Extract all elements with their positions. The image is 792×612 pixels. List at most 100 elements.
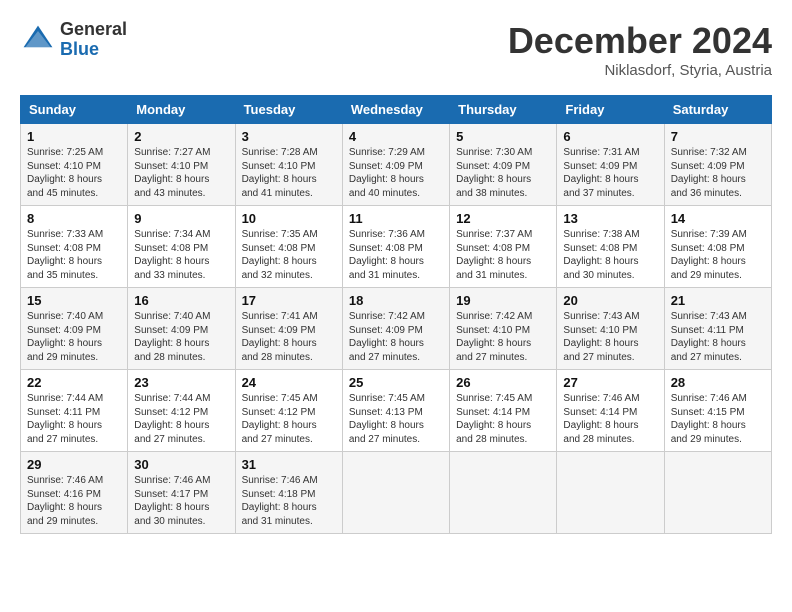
day-number: 23 [134, 375, 228, 390]
weekday-header-tuesday: Tuesday [235, 96, 342, 124]
calendar-cell: 1 Sunrise: 7:25 AM Sunset: 4:10 PM Daylig… [21, 124, 128, 206]
calendar-cell: 20 Sunrise: 7:43 AM Sunset: 4:10 PM Dayli… [557, 288, 664, 370]
month-title: December 2024 [508, 20, 772, 62]
day-number: 9 [134, 211, 228, 226]
title-block: December 2024 Niklasdorf, Styria, Austri… [508, 20, 772, 79]
calendar-cell: 2 Sunrise: 7:27 AM Sunset: 4:10 PM Daylig… [128, 124, 235, 206]
cell-details: Sunrise: 7:29 AM Sunset: 4:09 PM Dayligh… [349, 146, 443, 200]
day-number: 3 [242, 129, 336, 144]
day-number: 4 [349, 129, 443, 144]
cell-details: Sunrise: 7:42 AM Sunset: 4:10 PM Dayligh… [456, 310, 550, 364]
calendar-cell: 12 Sunrise: 7:37 AM Sunset: 4:08 PM Dayli… [450, 206, 557, 288]
cell-details: Sunrise: 7:30 AM Sunset: 4:09 PM Dayligh… [456, 146, 550, 200]
calendar-cell: 14 Sunrise: 7:39 AM Sunset: 4:08 PM Dayli… [664, 206, 771, 288]
calendar-cell: 6 Sunrise: 7:31 AM Sunset: 4:09 PM Daylig… [557, 124, 664, 206]
calendar-table: SundayMondayTuesdayWednesdayThursdayFrid… [20, 95, 772, 534]
cell-details: Sunrise: 7:40 AM Sunset: 4:09 PM Dayligh… [27, 310, 121, 364]
logo-blue: Blue [60, 39, 99, 59]
calendar-cell: 31 Sunrise: 7:46 AM Sunset: 4:18 PM Dayli… [235, 452, 342, 534]
calendar-cell [450, 452, 557, 534]
day-number: 19 [456, 293, 550, 308]
cell-details: Sunrise: 7:44 AM Sunset: 4:12 PM Dayligh… [134, 392, 228, 446]
day-number: 8 [27, 211, 121, 226]
cell-details: Sunrise: 7:43 AM Sunset: 4:11 PM Dayligh… [671, 310, 765, 364]
day-number: 27 [563, 375, 657, 390]
cell-details: Sunrise: 7:34 AM Sunset: 4:08 PM Dayligh… [134, 228, 228, 282]
week-row-5: 29 Sunrise: 7:46 AM Sunset: 4:16 PM Dayli… [21, 452, 772, 534]
calendar-cell: 17 Sunrise: 7:41 AM Sunset: 4:09 PM Dayli… [235, 288, 342, 370]
weekday-header-wednesday: Wednesday [342, 96, 449, 124]
calendar-cell: 23 Sunrise: 7:44 AM Sunset: 4:12 PM Dayli… [128, 370, 235, 452]
cell-details: Sunrise: 7:46 AM Sunset: 4:15 PM Dayligh… [671, 392, 765, 446]
cell-details: Sunrise: 7:46 AM Sunset: 4:17 PM Dayligh… [134, 474, 228, 528]
day-number: 31 [242, 457, 336, 472]
day-number: 22 [27, 375, 121, 390]
day-number: 25 [349, 375, 443, 390]
day-number: 5 [456, 129, 550, 144]
week-row-1: 1 Sunrise: 7:25 AM Sunset: 4:10 PM Daylig… [21, 124, 772, 206]
cell-details: Sunrise: 7:31 AM Sunset: 4:09 PM Dayligh… [563, 146, 657, 200]
page-header: General Blue December 2024 Niklasdorf, S… [20, 20, 772, 79]
calendar-cell: 15Sunrise: 7:40 AM Sunset: 4:09 PM Dayli… [21, 288, 128, 370]
calendar-cell: 24 Sunrise: 7:45 AM Sunset: 4:12 PM Dayli… [235, 370, 342, 452]
calendar-cell: 29 Sunrise: 7:46 AM Sunset: 4:16 PM Dayli… [21, 452, 128, 534]
cell-details: Sunrise: 7:42 AM Sunset: 4:09 PM Dayligh… [349, 310, 443, 364]
logo-general: General [60, 19, 127, 39]
logo-text: General Blue [60, 20, 127, 60]
day-number: 10 [242, 211, 336, 226]
day-number: 29 [27, 457, 121, 472]
weekday-header-saturday: Saturday [664, 96, 771, 124]
calendar-cell: 9 Sunrise: 7:34 AM Sunset: 4:08 PM Daylig… [128, 206, 235, 288]
calendar-cell: 11 Sunrise: 7:36 AM Sunset: 4:08 PM Dayli… [342, 206, 449, 288]
day-number: 24 [242, 375, 336, 390]
cell-details: Sunrise: 7:43 AM Sunset: 4:10 PM Dayligh… [563, 310, 657, 364]
calendar-cell [664, 452, 771, 534]
week-row-2: 8 Sunrise: 7:33 AM Sunset: 4:08 PM Daylig… [21, 206, 772, 288]
weekday-header-row: SundayMondayTuesdayWednesdayThursdayFrid… [21, 96, 772, 124]
cell-details: Sunrise: 7:39 AM Sunset: 4:08 PM Dayligh… [671, 228, 765, 282]
calendar-cell: 4 Sunrise: 7:29 AM Sunset: 4:09 PM Daylig… [342, 124, 449, 206]
cell-details: Sunrise: 7:44 AM Sunset: 4:11 PM Dayligh… [27, 392, 121, 446]
day-number: 11 [349, 211, 443, 226]
day-number: 20 [563, 293, 657, 308]
cell-details: Sunrise: 7:45 AM Sunset: 4:12 PM Dayligh… [242, 392, 336, 446]
week-row-3: 15Sunrise: 7:40 AM Sunset: 4:09 PM Dayli… [21, 288, 772, 370]
cell-details: Sunrise: 7:32 AM Sunset: 4:09 PM Dayligh… [671, 146, 765, 200]
cell-details: Sunrise: 7:40 AM Sunset: 4:09 PM Dayligh… [134, 310, 228, 364]
cell-details: Sunrise: 7:46 AM Sunset: 4:18 PM Dayligh… [242, 474, 336, 528]
calendar-cell: 22 Sunrise: 7:44 AM Sunset: 4:11 PM Dayli… [21, 370, 128, 452]
calendar-cell: 16 Sunrise: 7:40 AM Sunset: 4:09 PM Dayli… [128, 288, 235, 370]
calendar-cell [557, 452, 664, 534]
day-number: 30 [134, 457, 228, 472]
calendar-cell: 5 Sunrise: 7:30 AM Sunset: 4:09 PM Daylig… [450, 124, 557, 206]
calendar-cell: 10Sunrise: 7:35 AM Sunset: 4:08 PM Dayli… [235, 206, 342, 288]
calendar-cell: 30 Sunrise: 7:46 AM Sunset: 4:17 PM Dayli… [128, 452, 235, 534]
day-number: 16 [134, 293, 228, 308]
location: Niklasdorf, Styria, Austria [508, 62, 772, 79]
cell-details: Sunrise: 7:46 AM Sunset: 4:14 PM Dayligh… [563, 392, 657, 446]
logo-icon [20, 22, 56, 58]
cell-details: Sunrise: 7:33 AM Sunset: 4:08 PM Dayligh… [27, 228, 121, 282]
cell-details: Sunrise: 7:41 AM Sunset: 4:09 PM Dayligh… [242, 310, 336, 364]
day-number: 6 [563, 129, 657, 144]
cell-details: Sunrise: 7:27 AM Sunset: 4:10 PM Dayligh… [134, 146, 228, 200]
day-number: 12 [456, 211, 550, 226]
week-row-4: 22 Sunrise: 7:44 AM Sunset: 4:11 PM Dayli… [21, 370, 772, 452]
day-number: 14 [671, 211, 765, 226]
cell-details: Sunrise: 7:37 AM Sunset: 4:08 PM Dayligh… [456, 228, 550, 282]
weekday-header-monday: Monday [128, 96, 235, 124]
cell-details: Sunrise: 7:25 AM Sunset: 4:10 PM Dayligh… [27, 146, 121, 200]
day-number: 17 [242, 293, 336, 308]
calendar-cell: 18Sunrise: 7:42 AM Sunset: 4:09 PM Dayli… [342, 288, 449, 370]
calendar-cell: 27 Sunrise: 7:46 AM Sunset: 4:14 PM Dayli… [557, 370, 664, 452]
cell-details: Sunrise: 7:28 AM Sunset: 4:10 PM Dayligh… [242, 146, 336, 200]
day-number: 1 [27, 129, 121, 144]
calendar-cell: 7Sunrise: 7:32 AM Sunset: 4:09 PM Daylig… [664, 124, 771, 206]
calendar-cell: 8 Sunrise: 7:33 AM Sunset: 4:08 PM Daylig… [21, 206, 128, 288]
calendar-cell: 21Sunrise: 7:43 AM Sunset: 4:11 PM Dayli… [664, 288, 771, 370]
cell-details: Sunrise: 7:45 AM Sunset: 4:13 PM Dayligh… [349, 392, 443, 446]
cell-details: Sunrise: 7:36 AM Sunset: 4:08 PM Dayligh… [349, 228, 443, 282]
cell-details: Sunrise: 7:46 AM Sunset: 4:16 PM Dayligh… [27, 474, 121, 528]
calendar-cell [342, 452, 449, 534]
day-number: 2 [134, 129, 228, 144]
